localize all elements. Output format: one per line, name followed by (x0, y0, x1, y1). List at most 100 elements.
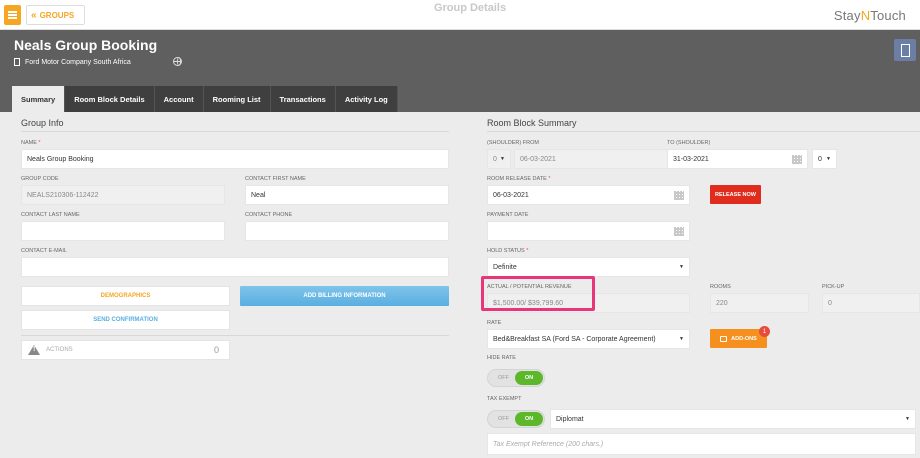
from-label: (SHOULDER) FROM (487, 140, 539, 146)
to-date-value: 31-03-2021 (673, 155, 709, 163)
add-billing-information-button[interactable]: ADD BILLING INFORMATION (240, 286, 449, 306)
from-shoulder-value: 0 (493, 155, 497, 163)
release-now-button[interactable]: RELEASE NOW (710, 185, 761, 204)
group-info-title: Group Info (21, 118, 64, 128)
top-center-title-text: Group Details (433, 2, 507, 14)
logo-n: N (860, 8, 871, 23)
contact-phone-label: CONTACT PHONE (245, 212, 293, 218)
actions-panel[interactable]: ACTIONS 0 (21, 340, 230, 360)
from-date-field[interactable]: 06-03-2021 (514, 149, 690, 169)
add-ons-label: ADD-ONS (731, 335, 757, 342)
to-date-field[interactable]: 31-03-2021 (667, 149, 808, 169)
menu-icon[interactable] (4, 5, 21, 25)
hold-status-value: Definite (493, 263, 517, 271)
add-ons-count-badge: 1 (759, 326, 770, 337)
page-title: Neals Group Booking (14, 37, 158, 53)
to-label: TO (SHOULDER) (667, 140, 711, 146)
send-confirmation-button[interactable]: SEND CONFIRMATION (21, 310, 230, 330)
building-icon (14, 58, 20, 66)
contact-phone-field[interactable] (245, 221, 449, 241)
release-date-label: ROOM RELEASE DATE * (487, 176, 551, 182)
chevron-down-icon: ▼ (500, 156, 505, 162)
pickup-label: PICK-UP (822, 284, 845, 290)
double-chevron-left-icon: « (31, 9, 36, 21)
tax-exempt-type-select[interactable]: Diplomat ▼ (550, 409, 916, 429)
top-center-title: Group Details (350, 2, 590, 14)
tax-exempt-toggle[interactable]: OFF ON (487, 410, 545, 428)
group-info-divider (21, 131, 449, 132)
revenue-highlight-box (481, 276, 595, 311)
warning-icon (28, 345, 40, 355)
to-shoulder-value: 0 (818, 155, 822, 163)
group-code-label: GROUP CODE (21, 176, 59, 182)
tab-transactions[interactable]: Transactions (270, 86, 336, 112)
toggle-on-label: ON (515, 412, 543, 426)
chevron-down-icon: ▼ (679, 336, 684, 342)
to-shoulder-select[interactable]: 0 ▼ (812, 149, 837, 169)
contact-first-name-field[interactable]: Neal (245, 185, 449, 205)
demographics-button[interactable]: DEMOGRAPHICS (21, 286, 230, 306)
group-header: Neals Group Booking Ford Motor Company S… (0, 30, 920, 112)
hold-status-label-text: HOLD STATUS (487, 248, 525, 254)
contact-email-label: CONTACT E-MAIL (21, 248, 67, 254)
from-date-value: 06-03-2021 (520, 155, 556, 163)
tab-room-block-details[interactable]: Room Block Details (65, 86, 155, 112)
toggle-off-label: OFF (498, 416, 509, 422)
room-block-divider (487, 131, 920, 132)
contact-first-name-label: CONTACT FIRST NAME (245, 176, 306, 182)
rate-value: Bed&Breakfast SA (Ford SA - Corporate Ag… (493, 335, 656, 343)
actions-divider (21, 335, 449, 336)
tab-rooming-list[interactable]: Rooming List (203, 86, 271, 112)
toggle-on-label: ON (515, 371, 543, 385)
groups-back-label: GROUPS (39, 10, 75, 20)
room-block-title: Room Block Summary (487, 118, 577, 128)
actions-label: ACTIONS (46, 347, 73, 353)
pickup-field: 0 (822, 293, 920, 313)
building-panel-icon[interactable] (894, 39, 916, 61)
payment-date-label: PAYMENT DATE (487, 212, 529, 218)
release-date-label-text: ROOM RELEASE DATE (487, 176, 547, 182)
name-field[interactable]: Neals Group Booking (21, 149, 449, 169)
chevron-down-icon: ▼ (826, 156, 831, 162)
tax-exempt-reference-field[interactable]: Tax Exempt Reference (200 chars.) (487, 433, 916, 455)
hold-status-select[interactable]: Definite ▼ (487, 257, 690, 277)
company-name: Ford Motor Company South Africa (25, 58, 131, 66)
tax-exempt-type-value: Diplomat (556, 415, 584, 423)
name-label: NAME * (21, 140, 41, 146)
tax-exempt-label: TAX EXEMPT (487, 396, 522, 402)
calendar-icon (674, 227, 684, 236)
hide-rate-label: HIDE RATE (487, 355, 516, 361)
calendar-icon (674, 191, 684, 200)
actions-count: 0 (213, 345, 219, 355)
addon-icon (720, 335, 728, 342)
contact-email-field[interactable] (21, 257, 449, 277)
tab-summary[interactable]: Summary (12, 86, 66, 112)
release-date-value: 06-03-2021 (493, 191, 529, 199)
release-date-field[interactable]: 06-03-2021 (487, 185, 690, 205)
tab-activity-log[interactable]: Activity Log (335, 86, 398, 112)
group-code-field: NEALS210306-112422 (21, 185, 225, 205)
hide-rate-toggle[interactable]: OFF ON (487, 369, 545, 387)
from-shoulder-select[interactable]: 0 ▼ (487, 149, 511, 169)
contact-last-name-field[interactable] (21, 221, 225, 241)
hold-status-label: HOLD STATUS * (487, 248, 529, 254)
globe-icon[interactable] (173, 57, 182, 66)
groups-back-button[interactable]: « GROUPS (26, 5, 85, 25)
tab-account[interactable]: Account (154, 86, 204, 112)
contact-last-name-label: CONTACT LAST NAME (21, 212, 80, 218)
chevron-down-icon: ▼ (905, 416, 910, 422)
chevron-down-icon: ▼ (679, 264, 684, 270)
toggle-off-label: OFF (498, 375, 509, 381)
rate-select[interactable]: Bed&Breakfast SA (Ford SA - Corporate Ag… (487, 329, 690, 349)
calendar-icon (792, 155, 802, 164)
rooms-field: 220 (710, 293, 809, 313)
company-line: Ford Motor Company South Africa (14, 58, 131, 66)
rate-label: RATE (487, 320, 502, 326)
tab-bar: Summary Room Block Details Account Roomi… (12, 86, 398, 112)
payment-date-field[interactable] (487, 221, 690, 241)
top-bar: « GROUPS Group Details StayNTouch (0, 0, 920, 30)
name-label-text: NAME (21, 140, 37, 146)
tax-exempt-reference-placeholder: Tax Exempt Reference (200 chars.) (493, 440, 604, 448)
rooms-label: ROOMS (710, 284, 731, 290)
app-logo: StayNTouch (834, 8, 906, 23)
